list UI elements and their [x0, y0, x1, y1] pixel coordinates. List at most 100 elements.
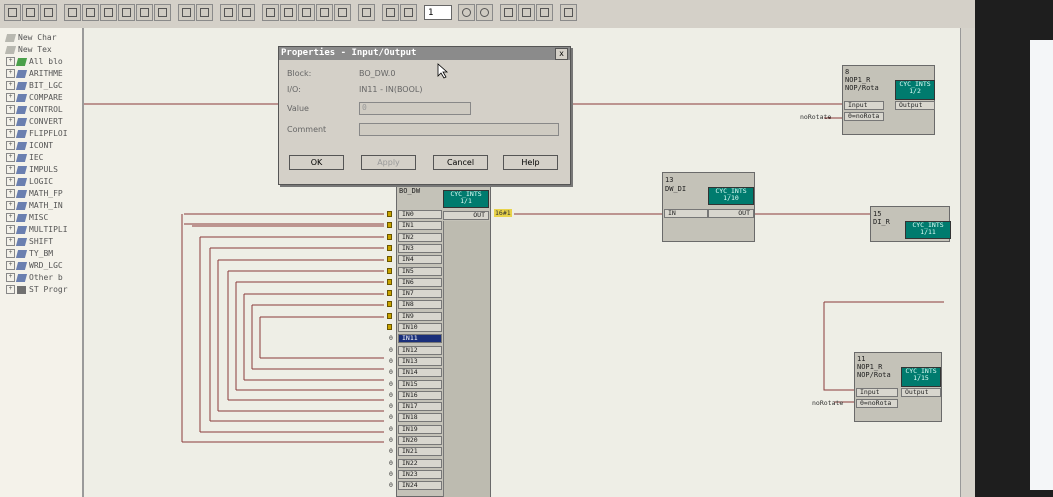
help-cursor-icon[interactable] [560, 4, 577, 21]
nop1-r-block-bottom[interactable]: 11 NOP1_R NOP/Rota CYC_INTS 1/15 Input O… [854, 352, 942, 422]
norotate-pin[interactable]: 0=noRota [856, 399, 898, 408]
comment-input[interactable] [359, 123, 559, 136]
input-pin-in17[interactable]: IN17 [398, 402, 442, 412]
input-pin-in24[interactable]: IN24 [398, 481, 442, 491]
input-pin-in19[interactable]: IN19 [398, 424, 442, 434]
expand-icon[interactable]: + [6, 201, 15, 210]
tree-item-ty-bm[interactable]: + TY_BM [6, 248, 53, 260]
tree-item-convert[interactable]: + CONVERT [6, 116, 63, 128]
tree-item-logic[interactable]: + LOGIC [6, 176, 53, 188]
table-icon[interactable] [358, 4, 375, 21]
di-r-block[interactable]: 15 DI_R CYC_INTS 1/11 [870, 206, 951, 242]
list-icon[interactable] [316, 4, 333, 21]
expand-icon[interactable]: + [6, 81, 15, 90]
input-pin-in23[interactable]: IN23 [398, 469, 442, 479]
input-pin-in7[interactable]: IN7 [398, 289, 442, 299]
input-pin-in2[interactable]: IN2 [398, 232, 442, 242]
expand-icon[interactable]: + [6, 225, 15, 234]
grid-icon[interactable] [334, 4, 351, 21]
expand-icon[interactable]: + [6, 213, 15, 222]
overview-icon[interactable] [154, 4, 171, 21]
ok-button[interactable]: OK [289, 155, 344, 170]
input-pin-in12[interactable]: IN12 [398, 345, 442, 355]
dw-di-block[interactable]: 13 DW_DI CYC_INTS 1/10 IN OUT [662, 172, 755, 242]
input-pin-in6[interactable]: IN6 [398, 277, 442, 287]
zoom-in-icon[interactable] [458, 4, 475, 21]
expand-icon[interactable]: + [6, 141, 15, 150]
tree-item-math-int[interactable]: + MATH_IN [6, 200, 63, 212]
tree-item-shift[interactable]: + SHIFT [6, 236, 53, 248]
tree-item-new-chart[interactable]: New Char [4, 32, 57, 44]
catalog-icon[interactable] [118, 4, 135, 21]
tree-item-bit-logic[interactable]: + BIT_LGC [6, 80, 63, 92]
input-pin-in8[interactable]: IN8 [398, 300, 442, 310]
help-button[interactable]: Help [503, 155, 558, 170]
input-pin-in14[interactable]: IN14 [398, 368, 442, 378]
tree-item-new-text[interactable]: New Tex [4, 44, 52, 56]
tree-item-arithmetic[interactable]: + ARITHME [6, 68, 63, 80]
value-input[interactable]: 0 [359, 102, 471, 115]
chart-icon[interactable] [238, 4, 255, 21]
expand-icon[interactable]: + [6, 93, 15, 102]
apply-button[interactable]: Apply [361, 155, 416, 170]
input-pin-in20[interactable]: IN20 [398, 436, 442, 445]
expand-icon[interactable]: + [6, 177, 15, 186]
output-pin[interactable]: Output [895, 101, 935, 110]
input-pin-in21[interactable]: IN21 [398, 447, 442, 457]
wire[interactable] [823, 302, 856, 391]
input-pin-in0[interactable]: IN0 [398, 210, 442, 219]
cut-icon[interactable] [64, 4, 81, 21]
expand-icon[interactable]: + [6, 285, 15, 294]
input-pin-in5[interactable]: IN5 [398, 266, 442, 276]
tree-item-misc[interactable]: + MISC [6, 212, 48, 224]
expand-icon[interactable]: + [6, 57, 15, 66]
wires-icon[interactable] [298, 4, 315, 21]
tree-item-compare[interactable]: + COMPARE [6, 92, 63, 104]
zoom-select[interactable]: 1 [424, 5, 452, 20]
tree-item-flipflop[interactable]: + FLIPFLOI [6, 128, 68, 140]
nop1-r-block-top[interactable]: 8 NOP1_R NOP/Rota CYC_INTS 1/2 Input Out… [842, 65, 935, 135]
check-icon[interactable] [220, 4, 237, 21]
input-pin-in22[interactable]: IN22 [398, 458, 442, 468]
save-icon[interactable] [4, 4, 21, 21]
tree-item-wrd-lgc[interactable]: + WRD_LGC [6, 260, 63, 272]
expand-icon[interactable]: + [6, 237, 15, 246]
compile-icon[interactable] [280, 4, 297, 21]
tree-item-control[interactable]: + CONTROL [6, 104, 63, 116]
sheet-bar-icon[interactable] [382, 4, 399, 21]
tree-item-iec[interactable]: + IEC [6, 152, 43, 164]
expand-icon[interactable]: + [6, 165, 15, 174]
output-pin[interactable]: Output [901, 388, 941, 397]
expand-icon[interactable]: + [6, 69, 15, 78]
input-pin-in16[interactable]: IN16 [398, 390, 442, 400]
input-pin-in15[interactable]: IN15 [398, 379, 442, 389]
block-icon[interactable] [178, 4, 195, 21]
expand-icon[interactable]: + [6, 261, 15, 270]
input-pin-in11[interactable]: IN11 [398, 334, 442, 344]
columns-icon[interactable] [518, 4, 535, 21]
expand-icon[interactable]: + [6, 153, 15, 162]
print-icon[interactable] [22, 4, 39, 21]
input-pin-in10[interactable]: IN10 [398, 323, 442, 332]
input-pin[interactable]: Input [856, 388, 898, 397]
expand-icon[interactable]: + [6, 105, 15, 114]
tree-item-st-program[interactable]: + ST Progr [6, 284, 68, 296]
expand-icon[interactable]: + [6, 249, 15, 258]
arrow-icon[interactable] [196, 4, 213, 21]
zoom-out-icon[interactable] [476, 4, 493, 21]
input-pin-in1[interactable]: IN1 [398, 221, 442, 231]
layout-icon[interactable] [500, 4, 517, 21]
input-pin-in18[interactable]: IN18 [398, 413, 442, 423]
cancel-button[interactable]: Cancel [433, 155, 488, 170]
paste-icon[interactable] [100, 4, 117, 21]
out-pin[interactable]: OUT [708, 209, 754, 218]
input-pin-in4[interactable]: IN4 [398, 255, 442, 265]
tree-item-all-blocks[interactable]: + All blo [6, 56, 63, 68]
panel-icon[interactable] [536, 4, 553, 21]
sheet-view-icon[interactable] [136, 4, 153, 21]
expand-icon[interactable]: + [6, 129, 15, 138]
tree-item-other-blocks[interactable]: + Other b [6, 272, 63, 284]
expand-icon[interactable]: + [6, 117, 15, 126]
tree-item-icont[interactable]: + ICONT [6, 140, 53, 152]
vertical-scrollbar[interactable] [960, 28, 975, 497]
